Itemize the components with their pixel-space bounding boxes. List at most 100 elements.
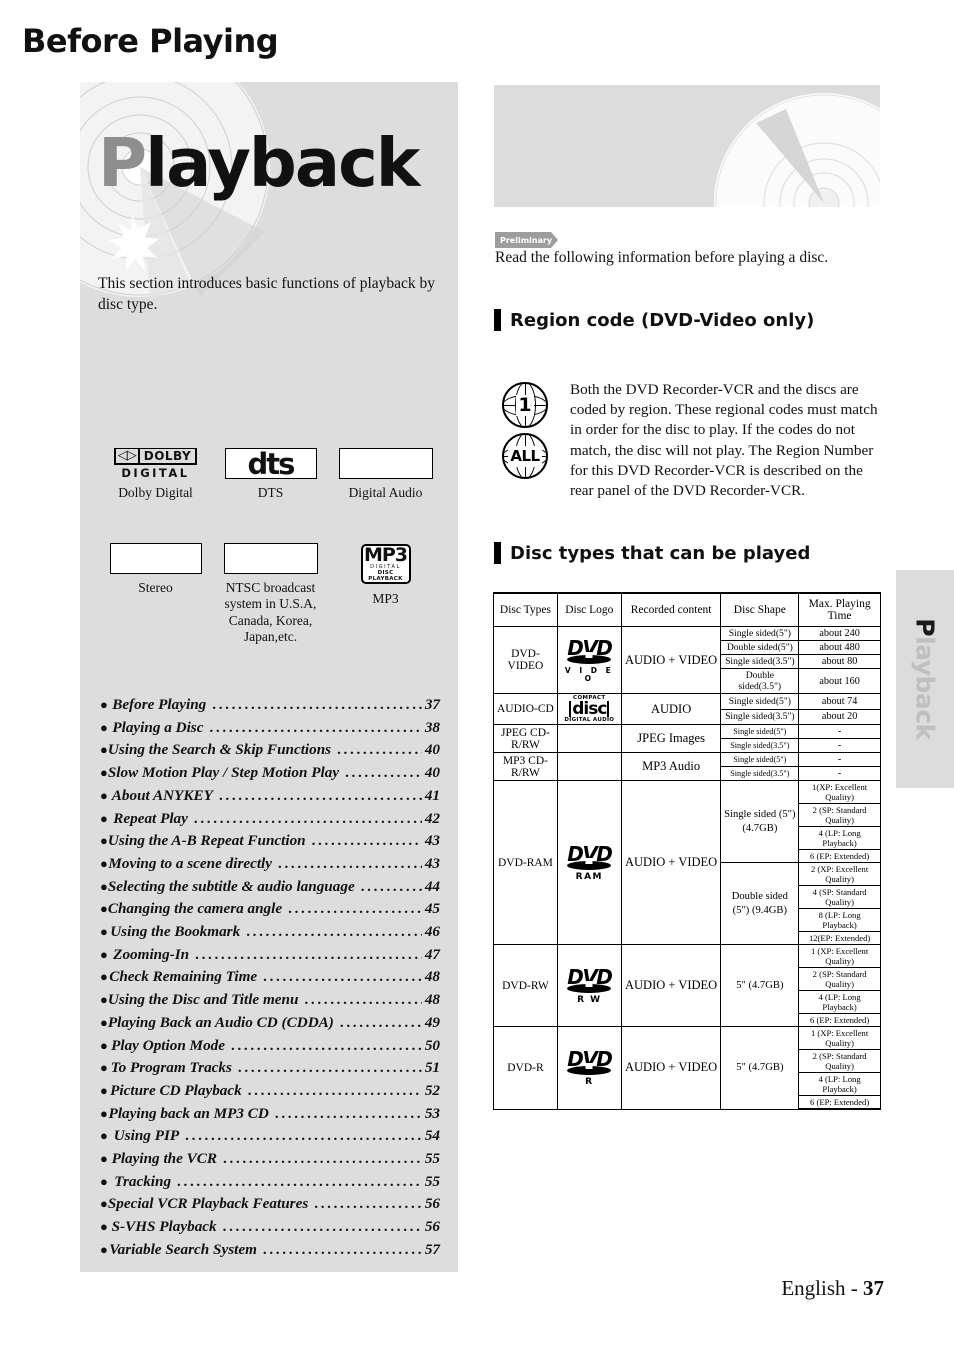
logo-cell-ntsc: NTSC broadcast system in U.S.A, Canada, … (213, 543, 328, 645)
toc-entry[interactable]: ● Using the Disc and Title menu..........… (100, 989, 440, 1012)
td-recorded-content: AUDIO (620, 693, 722, 725)
toc-entry[interactable]: ● Zooming-In.............................… (100, 944, 440, 967)
toc-entry-label: Variable Search System (109, 1240, 257, 1258)
side-tab-rest: layback (910, 636, 940, 740)
bullet-icon: ● (100, 833, 108, 849)
td-max-playing-time: 8 (LP: Long Playback) (798, 908, 881, 932)
toc-entry[interactable]: ● Check Remaining Time...................… (100, 966, 440, 989)
toc-entry-page: 43 (424, 832, 440, 850)
toc-entry[interactable]: ● Using PIP..............................… (100, 1125, 440, 1148)
td-disc-shape: 5" (4.7GB) (720, 1026, 800, 1110)
td-max-playing-time: about 74 (798, 693, 881, 710)
td-max-playing-time: - (798, 752, 881, 767)
td-disc-shape: Single sided(3.5") (720, 738, 800, 753)
toc-entry[interactable]: ● Picture CD Playback....................… (100, 1080, 440, 1103)
toc-entry[interactable]: ● Playing the VCR........................… (100, 1148, 440, 1171)
disc-types-table-head: Disc Types Disc Logo Recorded content Di… (493, 592, 881, 627)
ntsc-icon (223, 543, 318, 575)
table-row: MP3 CD-R/RW MP3 Audio Single sided(5") - (493, 752, 881, 781)
toc-leader-dots: ........................................ (177, 1173, 422, 1190)
toc-entry[interactable]: ● To Program Tracks......................… (100, 1057, 440, 1080)
td-disc-shape: Double sided (5") (9.4GB) (720, 862, 800, 945)
td-max-playing-time: 1(XP: Excellent Quality) (798, 780, 881, 804)
td-disc-shape: Single sided (5") (4.7GB) (720, 780, 800, 863)
logo-caption-dts: DTS (257, 485, 284, 500)
bullet-icon: ● (100, 742, 108, 758)
bullet-icon: ● (100, 697, 108, 712)
toc-entry[interactable]: ● Using the A-B Repeat Function..........… (100, 830, 440, 853)
td-disc-shape: Single sided(5") (720, 693, 800, 710)
toc-entry-label: Playing a Disc (112, 718, 204, 736)
logo-cell-mp3: MP3 DIGITAL DISC PLAYBACK MP3 (328, 543, 443, 645)
toc-entry-page: 54 (424, 1127, 440, 1145)
cd-logo-digital-audio-label: DIGITAL AUDIO (564, 717, 615, 723)
toc-entry[interactable]: ● Moving to a scene directly.............… (100, 853, 440, 876)
toc-leader-dots: ........................................ (185, 1128, 422, 1145)
td-recorded-content: AUDIO + VIDEO (620, 626, 722, 694)
toc-entry-label: Playing the VCR (111, 1150, 218, 1168)
toc-entry[interactable]: ● Play Option Mode.......................… (100, 1035, 440, 1058)
toc-entry-page: 41 (424, 786, 440, 804)
toc-entry-label: Picture CD Playback (110, 1081, 242, 1099)
side-chapter-tab: Playback (896, 570, 954, 788)
td-max-playing-time: 4 (LP: Long Playback) (798, 826, 881, 850)
toc-entry[interactable]: ● Playing Back an Audio CD (CDDA)........… (100, 1012, 440, 1035)
dvd-logo-icon: DVD R W (560, 967, 619, 1005)
toc-leader-dots: ........................................ (262, 1241, 422, 1258)
dolby-word-label: DOLBY (139, 448, 198, 465)
td-disc-type: DVD-VIDEO (493, 626, 558, 694)
toc-entry-page: 47 (424, 945, 440, 963)
toc-entry-label: Using the A-B Repeat Function (107, 832, 306, 850)
toc-entry-label: Playing back an MP3 CD (108, 1104, 269, 1122)
toc-entry[interactable]: ● Selecting the subtitle & audio language… (100, 876, 440, 899)
toc-entry[interactable]: ● Tracking...............................… (100, 1171, 440, 1194)
logo-cell-dts: dts DTS (213, 448, 328, 501)
disc-types-table: Disc Types Disc Logo Recorded content Di… (493, 592, 881, 1110)
hero-title-rest: layback (145, 124, 420, 202)
dvd-logo-oval-icon (567, 860, 612, 870)
toc-entry-label: Play Option Mode (111, 1036, 225, 1054)
section-bar-icon (494, 309, 501, 331)
digital-audio-icon (338, 448, 433, 479)
th-disc-types: Disc Types (493, 592, 558, 627)
toc-entry-page: 56 (424, 1195, 440, 1213)
td-max-playing-time: about 160 (798, 668, 881, 694)
toc-entry[interactable]: ● Variable Search System.................… (100, 1239, 440, 1262)
td-max-playing-time: 2 (SP: Standard Quality) (798, 967, 881, 991)
toc-leader-dots: ........................................ (304, 992, 422, 1009)
logo-caption-mp3: MP3 (372, 591, 399, 607)
toc-entry-page: 40 (424, 764, 440, 782)
toc-entry[interactable]: ● Changing the camera angle..............… (100, 898, 440, 921)
toc-entry[interactable]: ● Playing back an MP3 CD.................… (100, 1103, 440, 1126)
side-tab-initial: P (910, 618, 940, 637)
toc-entry-label: About ANYKEY (111, 786, 213, 804)
toc-entry[interactable]: ● S-VHS Playback.........................… (100, 1216, 440, 1239)
section-heading-disc-types: Disc types that can be played (494, 542, 810, 564)
chapter-intro-panel: Playback This section introduces basic f… (80, 82, 458, 1272)
banner-disc-graphic (714, 93, 880, 207)
toc-entry[interactable]: ● Before Playing.........................… (100, 694, 440, 717)
toc-entry-page: 40 (424, 741, 440, 759)
section-heading-region-code-label: Region code (DVD-Video only) (510, 309, 815, 331)
toc-entry[interactable]: ● Slow Motion Play / Step Motion Play....… (100, 762, 440, 785)
toc-entry[interactable]: ● Repeat Play............................… (100, 808, 440, 831)
td-disc-shape: Single sided(5") (720, 752, 800, 767)
bullet-icon: ● (100, 1060, 108, 1076)
th-max-playing-time: Max. Playing Time (798, 592, 881, 627)
toc-entry[interactable]: ● Playing a Disc.........................… (100, 717, 440, 740)
bullet-icon: ● (100, 1173, 108, 1189)
dvd-logo-icon: DVD V I D E O (560, 638, 619, 682)
toc-entry[interactable]: ● Using the Search & Skip Functions......… (100, 739, 440, 762)
toc-entry-page: 38 (424, 718, 440, 736)
dvd-logo-subtype: V I D E O (564, 666, 614, 683)
toc-entry[interactable]: ● Using the Bookmark.....................… (100, 921, 440, 944)
td-max-playing-time: 2 (SP: Standard Quality) (798, 803, 881, 827)
bullet-icon: ● (100, 1196, 108, 1212)
toc-entry[interactable]: ● Special VCR Playback Features..........… (100, 1193, 440, 1216)
bullet-icon: ● (100, 946, 108, 962)
toc-entry-page: 44 (424, 877, 440, 895)
toc-entry[interactable]: ● About ANYKEY...........................… (100, 785, 440, 808)
td-recorded-content: JPEG Images (620, 724, 722, 753)
td-disc-type: DVD-RAM (493, 780, 558, 945)
td-disc-shape: Single sided(3.5") (720, 654, 800, 669)
